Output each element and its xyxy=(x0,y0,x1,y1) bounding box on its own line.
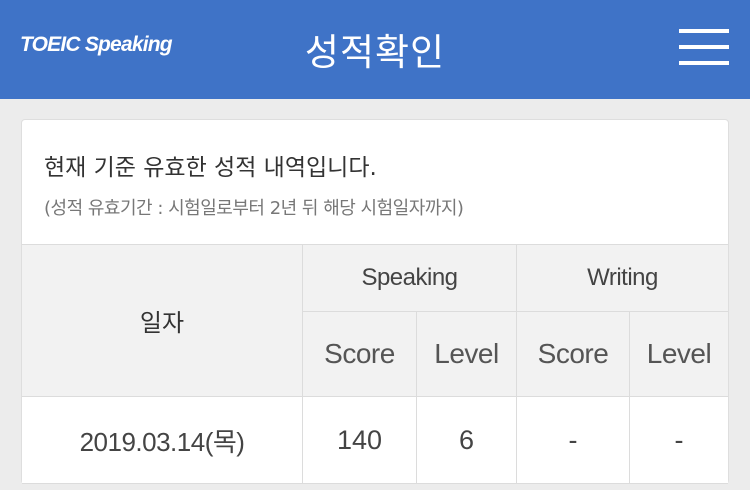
menu-bar-2 xyxy=(679,45,729,49)
writing-group-header: Writing xyxy=(516,244,728,311)
hamburger-menu-icon[interactable] xyxy=(679,29,729,67)
speaking-group-header: Speaking xyxy=(302,244,516,311)
row-writing-level: - xyxy=(629,396,728,484)
notice-main-text: 현재 기준 유효한 성적 내역입니다. xyxy=(44,155,377,181)
row-speaking-score: 140 xyxy=(302,396,416,484)
menu-bar-3 xyxy=(679,61,729,65)
row-writing-score: - xyxy=(516,396,629,484)
menu-bar-1 xyxy=(679,29,729,33)
row-speaking-level: 6 xyxy=(416,396,516,484)
app-header: TOEIC Speaking 성적확인 xyxy=(0,0,750,99)
speaking-score-header: Score xyxy=(302,311,416,396)
speaking-level-header: Level xyxy=(416,311,516,396)
validity-notice: 현재 기준 유효한 성적 내역입니다. (성적 유효기간 : 시험일로부터 2년… xyxy=(22,120,728,244)
date-column-header: 일자 xyxy=(22,244,302,396)
page-title: 성적확인 xyxy=(304,31,446,74)
writing-score-header: Score xyxy=(516,311,629,396)
writing-level-header: Level xyxy=(629,311,728,396)
notice-sub-text: (성적 유효기간 : 시험일로부터 2년 뒤 해당 시험일자까지) xyxy=(44,198,464,219)
row-date: 2019.03.14(목) xyxy=(22,396,302,484)
score-card: 현재 기준 유효한 성적 내역입니다. (성적 유효기간 : 시험일로부터 2년… xyxy=(21,119,729,484)
